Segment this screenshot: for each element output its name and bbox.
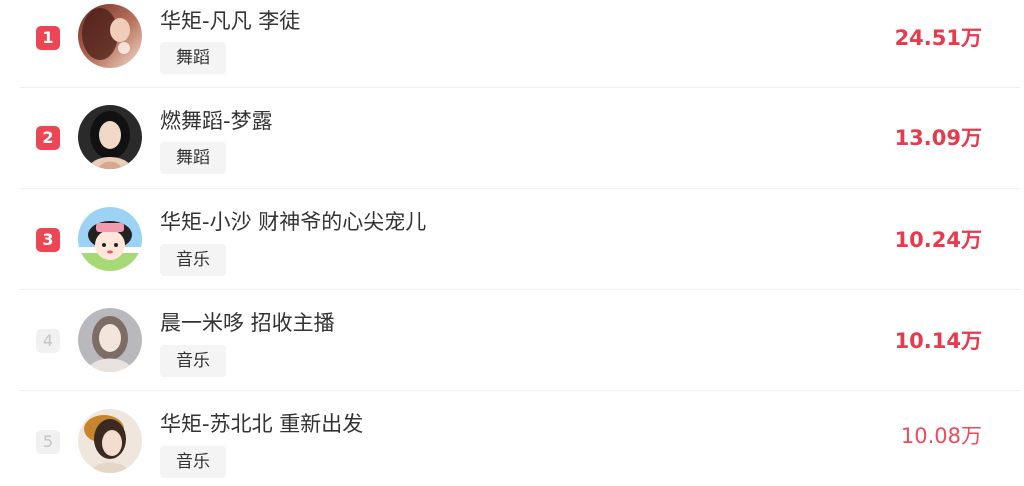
anchor-name[interactable]: 华矩-小沙 财神爷的心尖宠儿 — [160, 209, 426, 235]
costume-portrait-avatar-icon — [78, 409, 142, 473]
category-tag[interactable]: 音乐 — [160, 446, 226, 478]
list-item[interactable]: 2 燃舞蹈-梦露 舞蹈 13.09万 — [20, 88, 1020, 189]
rank-badge: 2 — [36, 126, 60, 150]
avatar[interactable] — [78, 105, 142, 169]
category-tag[interactable]: 音乐 — [160, 345, 226, 377]
rank-badge: 3 — [36, 228, 60, 252]
anchor-name[interactable]: 晨一米哆 招收主播 — [160, 310, 335, 336]
anchor-ranking-list: 1 华矩-凡凡 李徒 舞蹈 24.51万 2 燃舞蹈-梦露 舞蹈 13.09万 … — [0, 0, 1024, 486]
rank-badge: 4 — [36, 329, 60, 353]
avatar[interactable] — [78, 409, 142, 473]
rank-badge: 1 — [36, 26, 60, 50]
popularity-value: 10.14万 — [894, 329, 982, 353]
popularity-value: 24.51万 — [894, 26, 982, 50]
avatar[interactable] — [78, 207, 142, 271]
category-tag[interactable]: 音乐 — [160, 244, 226, 276]
anchor-name[interactable]: 华矩-凡凡 李徒 — [160, 8, 300, 34]
popularity-value: 13.09万 — [894, 126, 982, 150]
list-item[interactable]: 3 华矩-小沙 财神爷的心尖宠儿 音乐 10.24万 — [20, 189, 1020, 290]
popularity-value: 10.24万 — [894, 228, 982, 252]
avatar[interactable] — [78, 4, 142, 68]
anchor-name[interactable]: 华矩-苏北北 重新出发 — [160, 411, 363, 437]
cartoon-girl-avatar-icon — [78, 207, 142, 271]
avatar[interactable] — [78, 308, 142, 372]
dancer-avatar-icon — [78, 4, 142, 68]
category-tag[interactable]: 舞蹈 — [160, 142, 226, 174]
list-item[interactable]: 1 华矩-凡凡 李徒 舞蹈 24.51万 — [20, 0, 1020, 88]
woman-portrait-avatar-icon — [78, 105, 142, 169]
popularity-value: 10.08万 — [900, 424, 982, 448]
woman-portrait-avatar-icon — [78, 308, 142, 372]
list-item[interactable]: 4 晨一米哆 招收主播 音乐 10.14万 — [20, 290, 1020, 391]
list-item[interactable]: 5 华矩-苏北北 重新出发 音乐 10.08万 — [20, 391, 1020, 486]
category-tag[interactable]: 舞蹈 — [160, 42, 226, 74]
anchor-name[interactable]: 燃舞蹈-梦露 — [160, 108, 273, 134]
rank-badge: 5 — [36, 430, 60, 454]
